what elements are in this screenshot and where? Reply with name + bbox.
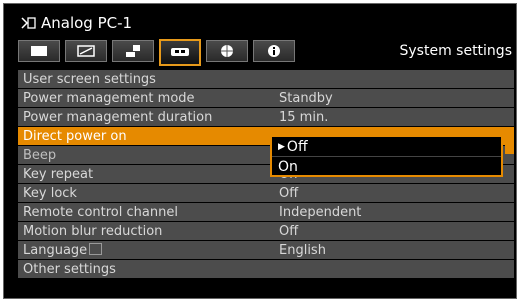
active-tab-title: System settings — [399, 43, 513, 59]
row-label: Motion blur reduction — [23, 223, 163, 239]
row-value: English — [279, 242, 326, 258]
row-label-text: Language — [23, 242, 88, 258]
tab-network[interactable] — [206, 40, 248, 62]
screen-settings-icon — [77, 45, 95, 57]
selection-indicator — [505, 135, 514, 154]
row-value: Standby — [279, 90, 333, 106]
row-label: Power management duration — [23, 109, 213, 125]
menu-tabs: System settings — [18, 37, 514, 66]
menu-row-key-lock[interactable]: Key lock Off — [18, 184, 514, 202]
direct-power-on-dropdown[interactable]: ▶ Off On — [270, 135, 503, 177]
input-source-label: Analog PC-1 — [41, 14, 133, 32]
menu-row-user-screen-settings[interactable]: User screen settings — [18, 70, 514, 88]
option-label: On — [278, 158, 298, 175]
row-label: Power management mode — [23, 90, 195, 106]
row-value: Independent — [279, 204, 362, 220]
row-label: Other settings — [23, 261, 116, 277]
tab-image-adjust[interactable] — [18, 40, 60, 62]
row-label: Key lock — [23, 185, 77, 201]
image-adjust-icon — [31, 46, 47, 56]
selected-marker-icon: ▶ — [278, 141, 285, 152]
tab-information[interactable] — [253, 40, 295, 62]
option-on[interactable]: On — [272, 157, 501, 176]
network-icon — [221, 45, 233, 57]
option-label: Off — [286, 138, 308, 155]
menu-row-power-management-duration[interactable]: Power management duration 15 min. — [18, 108, 514, 126]
information-icon — [268, 45, 280, 57]
row-label: Language — [18, 242, 275, 258]
option-off[interactable]: ▶ Off — [272, 137, 501, 157]
row-label: Remote control channel — [23, 204, 178, 220]
input-source-header: Analog PC-1 — [20, 12, 132, 34]
row-label: Key repeat — [23, 166, 94, 182]
menu-row-other-settings[interactable]: Other settings — [18, 260, 514, 278]
tab-installation[interactable] — [112, 40, 154, 62]
menu-row-power-management-mode[interactable]: Power management mode Standby — [18, 89, 514, 107]
row-value: Off — [279, 185, 299, 201]
tab-screen-settings[interactable] — [65, 40, 107, 62]
menu-row-language[interactable]: Language English — [18, 241, 514, 259]
language-icon — [89, 242, 103, 255]
menu-row-motion-blur-reduction[interactable]: Motion blur reduction Off — [18, 222, 514, 240]
system-settings-icon — [171, 48, 189, 56]
row-value: Off — [279, 223, 299, 239]
row-label: Direct power on — [23, 128, 127, 144]
row-value: 15 min. — [279, 109, 329, 125]
input-source-icon — [20, 16, 36, 30]
installation-icon — [126, 45, 140, 57]
row-label: Beep — [23, 147, 57, 163]
tab-system-settings[interactable] — [159, 38, 201, 66]
row-label: User screen settings — [23, 71, 156, 87]
osd-menu: Analog PC-1 System settings User screen … — [3, 3, 517, 299]
menu-row-remote-control-channel[interactable]: Remote control channel Independent — [18, 203, 514, 221]
